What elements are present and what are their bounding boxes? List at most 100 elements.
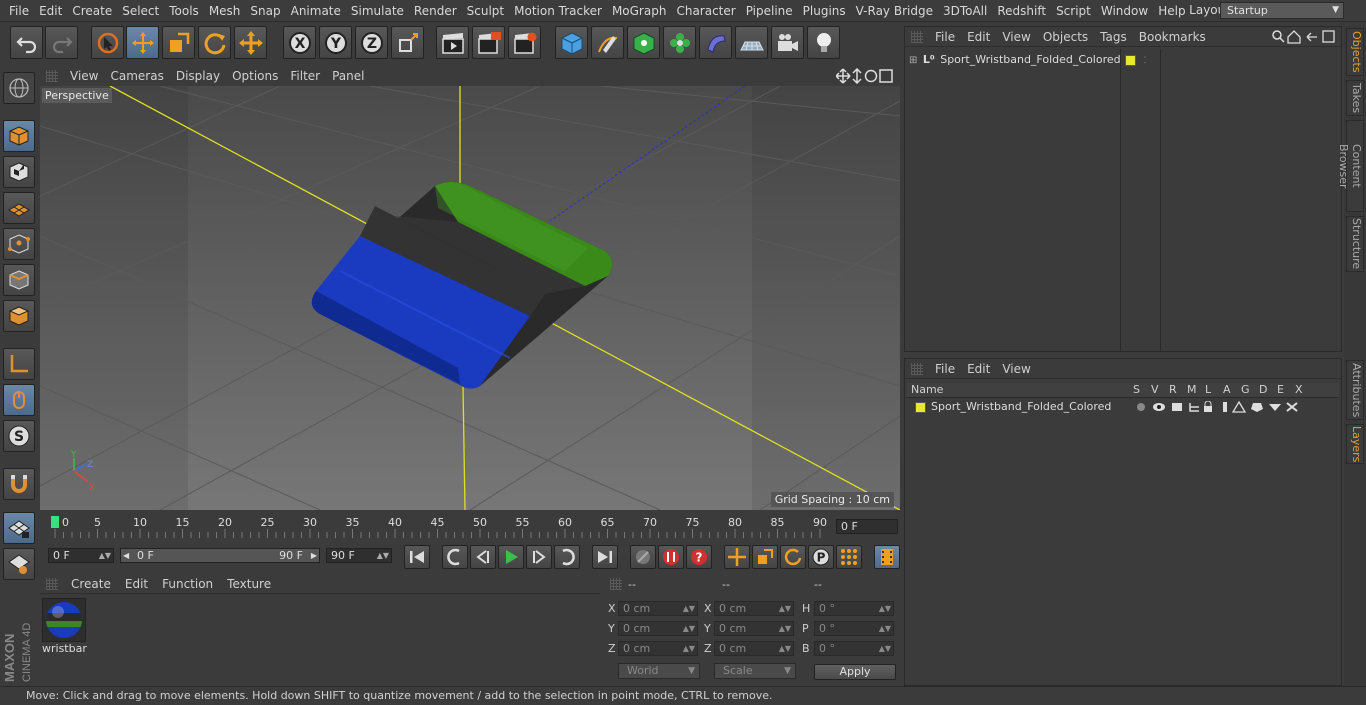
y-axis-lock-button[interactable]: Y: [319, 26, 352, 59]
record-keyframe-button[interactable]: [658, 545, 684, 569]
frame-range-slider[interactable]: ◀ 0 F 90 F ▶: [120, 548, 320, 563]
coord-size-y-field[interactable]: 0 cm ▲▼: [714, 621, 794, 636]
tab-structure[interactable]: Structure: [1346, 216, 1364, 272]
menu-file[interactable]: File: [4, 0, 34, 22]
go-to-end-button[interactable]: [592, 545, 618, 569]
layer-col-expressions[interactable]: E: [1277, 383, 1284, 396]
points-mode-button[interactable]: [3, 228, 35, 260]
menu-help[interactable]: Help: [1153, 0, 1190, 22]
tab-attributes[interactable]: Attributes: [1346, 360, 1364, 420]
playhead-marker[interactable]: [51, 516, 59, 528]
snap-button[interactable]: [3, 468, 35, 500]
autokey-button[interactable]: ?: [686, 545, 712, 569]
menu-select[interactable]: Select: [117, 0, 164, 22]
viewport-menu-options[interactable]: Options: [226, 69, 284, 83]
tab-takes[interactable]: Takes: [1346, 80, 1364, 116]
viewport-menu-cameras[interactable]: Cameras: [104, 69, 169, 83]
z-axis-lock-button[interactable]: Z: [355, 26, 388, 59]
object-menu-file[interactable]: File: [929, 30, 961, 44]
tweak-mode-button[interactable]: [3, 384, 35, 416]
layer-menu-view[interactable]: View: [996, 362, 1036, 376]
play-button[interactable]: [498, 545, 524, 569]
menu-motion-tracker[interactable]: Motion Tracker: [509, 0, 607, 22]
material-menu-create[interactable]: Create: [64, 577, 118, 591]
menu-snap[interactable]: Snap: [245, 0, 285, 22]
pen-spline-button[interactable]: [591, 26, 624, 59]
key-position-button[interactable]: [724, 545, 750, 569]
layer-col-animation[interactable]: A: [1223, 383, 1231, 396]
layer-col-generators[interactable]: G: [1241, 383, 1250, 396]
panel-grip-icon[interactable]: [46, 70, 58, 82]
render-view-button[interactable]: [436, 26, 469, 59]
coord-size-x-field[interactable]: 0 cm ▲▼: [714, 601, 794, 616]
key-rotation-button[interactable]: [780, 545, 806, 569]
object-menu-objects[interactable]: Objects: [1037, 30, 1094, 44]
viewport-menu-filter[interactable]: Filter: [284, 69, 326, 83]
visibility-dots-icon[interactable]: ⁚: [1144, 56, 1147, 66]
panel-grip-icon[interactable]: [610, 578, 622, 590]
menu-simulate[interactable]: Simulate: [346, 0, 409, 22]
layer-col-xref[interactable]: X: [1295, 383, 1303, 396]
camera-button[interactable]: [771, 26, 804, 59]
key-parameter-button[interactable]: P: [808, 545, 834, 569]
subdivision-surface-button[interactable]: [627, 26, 660, 59]
next-frame-button[interactable]: [526, 545, 552, 569]
coord-size-z-field[interactable]: 0 cm ▲▼: [714, 641, 794, 656]
transform-tool-button[interactable]: [234, 26, 267, 59]
end-frame-field[interactable]: 90 F ▲▼: [326, 548, 392, 563]
go-to-start-button[interactable]: [404, 545, 430, 569]
make-editable-button[interactable]: [3, 72, 35, 104]
layer-col-solo[interactable]: S: [1133, 383, 1140, 396]
rotate-tool-button[interactable]: [198, 26, 231, 59]
layer-menu-edit[interactable]: Edit: [961, 362, 996, 376]
tab-content-browser[interactable]: Content Browser: [1337, 120, 1364, 212]
menu-mesh[interactable]: Mesh: [204, 0, 246, 22]
apply-button[interactable]: Apply: [814, 664, 896, 680]
current-frame-field[interactable]: 0 F: [836, 519, 898, 534]
x-axis-lock-button[interactable]: X: [283, 26, 316, 59]
workplane-lock-button[interactable]: [3, 512, 35, 544]
model-mode-button[interactable]: [3, 120, 35, 152]
object-name[interactable]: Sport_Wristband_Folded_Colored: [940, 53, 1120, 66]
layer-color-swatch[interactable]: [915, 401, 926, 413]
edges-mode-button[interactable]: [3, 264, 35, 296]
workplane-mode-button[interactable]: [3, 192, 35, 224]
tab-objects[interactable]: Objects: [1346, 28, 1364, 76]
scale-tool-button[interactable]: [162, 26, 195, 59]
layer-color-swatch[interactable]: [1125, 54, 1136, 66]
undo-button[interactable]: [10, 26, 43, 59]
coordinate-space-dropdown[interactable]: World ▼: [618, 663, 700, 679]
menu-redshift[interactable]: Redshift: [992, 0, 1051, 22]
material-menu-function[interactable]: Function: [155, 577, 220, 591]
next-key-button[interactable]: [554, 545, 580, 569]
solo-button[interactable]: S: [3, 420, 35, 452]
menu-script[interactable]: Script: [1051, 0, 1096, 22]
texture-mode-button[interactable]: [3, 156, 35, 188]
coord-pos-x-field[interactable]: 0 cm ▲▼: [618, 601, 698, 616]
axis-mode-button[interactable]: [3, 348, 35, 380]
perspective-viewport[interactable]: Y Z X Perspective Grid Spacing : 10 cm: [40, 86, 900, 510]
menu-vray-bridge[interactable]: V-Ray Bridge: [851, 0, 938, 22]
redo-button[interactable]: [45, 26, 78, 59]
render-to-picture-viewer-button[interactable]: [472, 26, 505, 59]
size-mode-dropdown[interactable]: Scale ▼: [714, 663, 796, 679]
floor-environment-button[interactable]: [735, 26, 768, 59]
coord-pos-z-field[interactable]: 0 cm ▲▼: [618, 641, 698, 656]
key-pla-button[interactable]: [836, 545, 862, 569]
menu-window[interactable]: Window: [1096, 0, 1153, 22]
move-tool-button[interactable]: [126, 26, 159, 59]
layer-col-manager[interactable]: M: [1187, 383, 1197, 396]
layer-row[interactable]: Sport_Wristband_Folded_Colored: [915, 398, 1339, 416]
menu-create[interactable]: Create: [67, 0, 117, 22]
viewport-menu-panel[interactable]: Panel: [326, 69, 370, 83]
previous-key-button[interactable]: [442, 545, 468, 569]
cloner-button[interactable]: [663, 26, 696, 59]
viewport-menu-display[interactable]: Display: [170, 69, 226, 83]
coordinate-system-button[interactable]: [391, 26, 424, 59]
layer-col-render[interactable]: R: [1169, 383, 1177, 396]
polygons-mode-button[interactable]: [3, 300, 35, 332]
layer-menu-file[interactable]: File: [929, 362, 961, 376]
layer-name[interactable]: Sport_Wristband_Folded_Colored: [931, 400, 1111, 413]
panel-grip-icon[interactable]: [46, 577, 58, 590]
viewport-nav-icons[interactable]: [836, 68, 896, 84]
